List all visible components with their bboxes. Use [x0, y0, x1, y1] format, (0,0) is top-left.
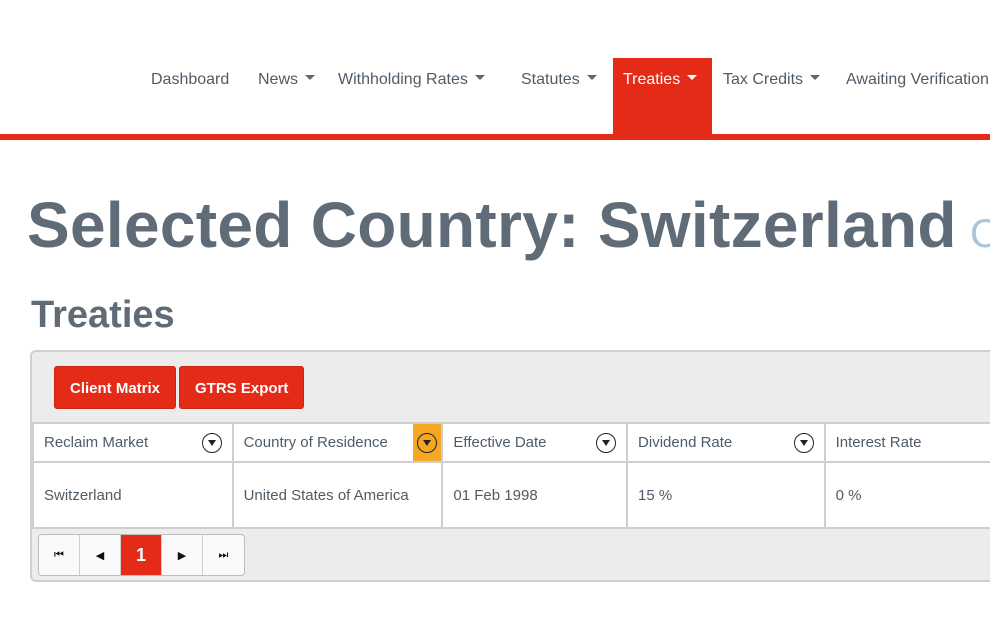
- nav-item-dashboard[interactable]: Dashboard: [151, 58, 229, 134]
- column-header-interest-rate[interactable]: Interest Rate: [823, 422, 990, 463]
- prev-page-button[interactable]: ◀︎: [80, 535, 121, 575]
- page-title: Selected Country: Switzerland: [27, 188, 957, 262]
- column-header-effective-date[interactable]: Effective Date: [441, 422, 629, 463]
- page-title-prefix: Selected Country:: [27, 189, 598, 261]
- filter-icon[interactable]: [201, 432, 222, 453]
- column-label: Effective Date: [453, 434, 547, 451]
- cell-effective-date: 01 Feb 1998: [441, 461, 629, 529]
- column-label: Reclaim Market: [44, 434, 149, 451]
- cell-dividend-rate: 15 %: [626, 461, 826, 529]
- nav-label: Withholding Rates: [338, 71, 468, 88]
- nav-label: Tax Credits: [723, 71, 804, 88]
- nav-label: News: [258, 71, 299, 88]
- filter-icon[interactable]: [793, 432, 814, 453]
- column-header-dividend-rate[interactable]: Dividend Rate: [626, 422, 826, 463]
- grid-toolbar: Client Matrix GTRS Export: [54, 366, 305, 409]
- nav-label: Statutes: [521, 71, 580, 88]
- cell-interest-rate: 0 %: [823, 461, 990, 529]
- filter-icon[interactable]: [596, 432, 617, 453]
- partial-link-text[interactable]: C: [970, 212, 990, 257]
- filter-icon[interactable]: [417, 432, 438, 453]
- page-button-current[interactable]: 1: [121, 535, 162, 575]
- nav-label: Awaiting Verification: [846, 71, 989, 88]
- caret-down-icon: [810, 75, 821, 81]
- top-navigation: Dashboard News Withholding Rates Statute…: [0, 0, 990, 140]
- prev-page-icon: ◀︎: [95, 549, 105, 562]
- nav-item-tax-credits[interactable]: Tax Credits: [723, 58, 821, 134]
- section-title: Treaties: [31, 294, 175, 336]
- last-page-icon: ⏭︎: [218, 548, 229, 561]
- nav-label: Dashboard: [151, 71, 230, 88]
- column-header-country-of-residence[interactable]: Country of Residence: [231, 422, 444, 463]
- column-label: Dividend Rate: [638, 434, 733, 451]
- first-page-icon: ⏮︎: [54, 548, 64, 561]
- active-filter-button[interactable]: [413, 424, 442, 461]
- nav-label: Treaties: [623, 71, 681, 88]
- grid-table: Reclaim Market Country of Residence Effe…: [32, 422, 990, 529]
- grid-header-row: Reclaim Market Country of Residence Effe…: [32, 422, 990, 463]
- selected-country: Switzerland: [597, 189, 957, 261]
- nav-item-withholding-rates[interactable]: Withholding Rates: [338, 58, 485, 134]
- table-row[interactable]: Switzerland United States of America 01 …: [32, 461, 990, 529]
- next-page-button[interactable]: ▶︎: [162, 535, 203, 575]
- nav-item-treaties[interactable]: Treaties: [613, 58, 712, 134]
- caret-down-icon: [687, 75, 698, 81]
- nav-item-news[interactable]: News: [258, 58, 316, 134]
- first-page-button[interactable]: ⏮︎: [39, 535, 80, 575]
- nav-item-statutes[interactable]: Statutes: [521, 58, 597, 134]
- cell-reclaim-market: Switzerland: [32, 461, 234, 529]
- gtrs-export-button[interactable]: GTRS Export: [179, 366, 305, 409]
- nav-underline: [0, 134, 990, 140]
- next-page-icon: ▶︎: [177, 549, 187, 562]
- caret-down-icon: [305, 75, 316, 81]
- caret-down-icon: [586, 75, 597, 81]
- treaties-grid: Client Matrix GTRS Export Reclaim Market…: [30, 350, 990, 582]
- cell-country-of-residence: United States of America: [231, 461, 444, 529]
- nav-item-awaiting-verification[interactable]: Awaiting Verification: [846, 58, 989, 134]
- pager: ⏮︎ ◀︎ 1 ▶︎ ⏭︎: [38, 534, 245, 576]
- column-label: Interest Rate: [835, 434, 922, 451]
- client-matrix-button[interactable]: Client Matrix: [54, 366, 177, 409]
- column-header-reclaim-market[interactable]: Reclaim Market: [32, 422, 234, 463]
- caret-down-icon: [474, 75, 485, 81]
- last-page-button[interactable]: ⏭︎: [203, 535, 244, 575]
- column-label: Country of Residence: [243, 434, 388, 451]
